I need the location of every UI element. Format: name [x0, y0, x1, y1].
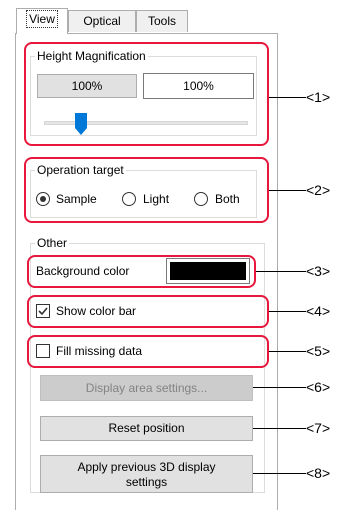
- callout-2: <2>: [306, 182, 331, 198]
- callout-line-2: [269, 190, 306, 191]
- callout-line-6: [253, 387, 306, 388]
- highlight-5: [27, 335, 269, 368]
- callout-7: <7>: [306, 420, 331, 436]
- highlight-2: [24, 157, 269, 223]
- callout-5: <5>: [306, 343, 331, 359]
- callout-3: <3>: [306, 263, 331, 279]
- callout-line-7: [253, 428, 306, 429]
- callout-6: <6>: [306, 379, 331, 395]
- callout-line-4: [269, 311, 306, 312]
- callout-line-8: [253, 473, 306, 474]
- callout-4: <4>: [306, 303, 331, 319]
- reset-position-button[interactable]: Reset position: [40, 416, 253, 441]
- callout-8: <8>: [306, 465, 331, 481]
- tab-view[interactable]: View: [16, 8, 68, 34]
- other-group-title: Other: [35, 236, 70, 250]
- highlight-3: [27, 255, 256, 288]
- tab-optical[interactable]: Optical: [68, 10, 136, 32]
- apply-previous-line1: Apply previous 3D display: [77, 460, 216, 474]
- highlight-1: [24, 42, 269, 146]
- tab-tools[interactable]: Tools: [136, 10, 188, 32]
- apply-previous-3d-settings-button[interactable]: Apply previous 3D display settings: [40, 455, 253, 493]
- apply-previous-line2: settings: [125, 475, 168, 489]
- callout-line-1: [269, 97, 306, 98]
- display-area-settings-button[interactable]: Display area settings...: [40, 375, 253, 401]
- callout-line-3: [256, 271, 306, 272]
- callout-1: <1>: [306, 89, 331, 105]
- highlight-4: [27, 295, 269, 328]
- callout-line-5: [269, 351, 306, 352]
